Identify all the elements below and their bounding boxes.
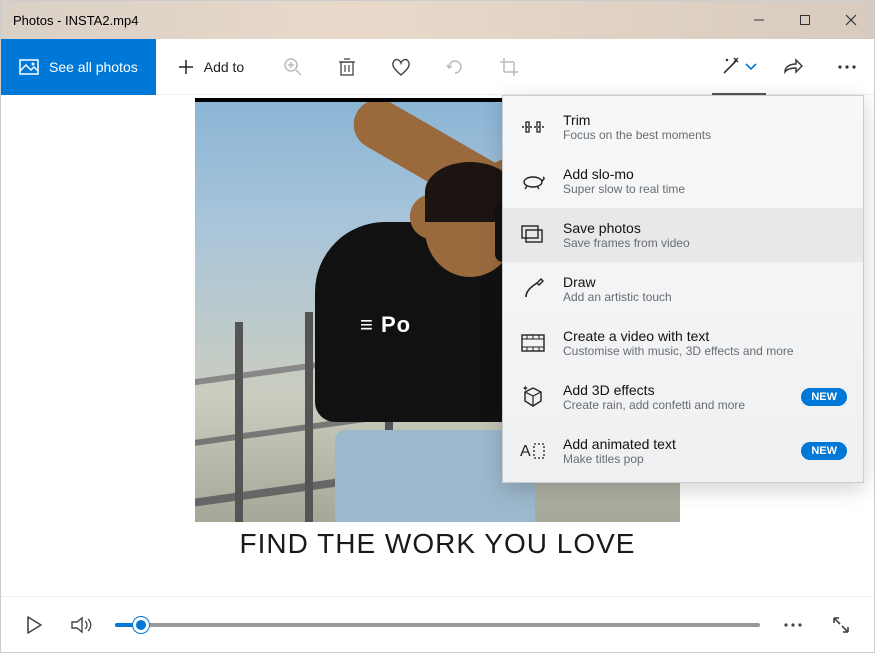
dropdown-item-save-photos[interactable]: Save photosSave frames from video [503, 208, 863, 262]
caption-text: FIND THE WORK YOU LOVE [240, 528, 636, 560]
ellipsis-icon [783, 622, 803, 628]
3d-effects-icon: ✦ [519, 383, 547, 411]
zoom-button [266, 39, 320, 95]
volume-button[interactable] [67, 610, 97, 640]
titlebar: Photos - INSTA2.mp4 [1, 1, 874, 39]
dd-title: Add animated text [563, 436, 785, 452]
new-badge: NEW [801, 442, 847, 460]
content-area: 🌴🌴 ≡ Po FIND THE WORK YOU LOVE TrimFocus… [1, 95, 874, 596]
window-title: Photos - INSTA2.mp4 [1, 13, 736, 28]
dropdown-item-video-text[interactable]: Create a video with textCustomise with m… [503, 316, 863, 370]
add-to-label: Add to [204, 59, 244, 75]
photo-icon [19, 57, 39, 77]
dd-title: Draw [563, 274, 847, 290]
dd-sub: Super slow to real time [563, 182, 847, 196]
playback-bar [1, 596, 874, 652]
playback-more-button[interactable] [778, 610, 808, 640]
plus-icon [178, 59, 194, 75]
save-frames-icon [519, 221, 547, 249]
trash-icon [338, 57, 356, 77]
share-icon [782, 58, 804, 76]
dd-title: Save photos [563, 220, 847, 236]
zoom-in-icon [283, 57, 303, 77]
heart-icon [390, 57, 412, 77]
seek-thumb[interactable] [133, 617, 149, 633]
dd-title: Add slo-mo [563, 166, 847, 182]
chevron-down-icon [744, 59, 758, 73]
toolbar: See all photos Add to [1, 39, 874, 95]
dd-sub: Make titles pop [563, 452, 785, 466]
app-window: Photos - INSTA2.mp4 See all photos Add t… [0, 0, 875, 653]
dropdown-item-3d-effects[interactable]: ✦ Add 3D effectsCreate rain, add confett… [503, 370, 863, 424]
animated-text-icon: A [519, 437, 547, 465]
crop-icon [499, 57, 519, 77]
new-badge: NEW [801, 388, 847, 406]
trim-icon [519, 113, 547, 141]
favorite-button[interactable] [374, 39, 428, 95]
add-to-button[interactable]: Add to [156, 39, 266, 95]
rotate-icon [445, 57, 465, 77]
svg-text:✦: ✦ [522, 385, 529, 393]
dd-sub: Focus on the best moments [563, 128, 847, 142]
dd-title: Create a video with text [563, 328, 847, 344]
dd-title: Trim [563, 112, 847, 128]
creative-dropdown: TrimFocus on the best moments Add slo-mo… [502, 95, 864, 483]
dd-title: Add 3D effects [563, 382, 785, 398]
share-button[interactable] [766, 39, 820, 95]
dd-sub: Save frames from video [563, 236, 847, 250]
seek-slider[interactable] [115, 623, 760, 627]
see-all-photos-button[interactable]: See all photos [1, 39, 156, 95]
shirt-logo-text: ≡ Po [360, 312, 411, 338]
speaker-icon [70, 615, 94, 635]
maximize-button[interactable] [782, 1, 828, 39]
more-button[interactable] [820, 39, 874, 95]
close-button[interactable] [828, 1, 874, 39]
draw-icon [519, 275, 547, 303]
delete-button[interactable] [320, 39, 374, 95]
dropdown-item-slomo[interactable]: Add slo-moSuper slow to real time [503, 154, 863, 208]
dropdown-item-trim[interactable]: TrimFocus on the best moments [503, 100, 863, 154]
get-creative-button[interactable] [712, 39, 766, 95]
film-text-icon [519, 329, 547, 357]
wand-icon [720, 55, 742, 77]
see-all-photos-label: See all photos [49, 59, 138, 75]
dropdown-item-animated-text[interactable]: A Add animated textMake titles pop NEW [503, 424, 863, 478]
dd-sub: Add an artistic touch [563, 290, 847, 304]
dd-sub: Create rain, add confetti and more [563, 398, 785, 412]
ellipsis-icon [837, 64, 857, 70]
minimize-button[interactable] [736, 1, 782, 39]
rotate-button [428, 39, 482, 95]
dd-sub: Customise with music, 3D effects and mor… [563, 344, 847, 358]
crop-button [482, 39, 536, 95]
turtle-icon [519, 167, 547, 195]
dropdown-item-draw[interactable]: DrawAdd an artistic touch [503, 262, 863, 316]
svg-text:A: A [520, 443, 531, 460]
fullscreen-button[interactable] [826, 610, 856, 640]
fullscreen-icon [831, 615, 851, 635]
play-button[interactable] [19, 610, 49, 640]
